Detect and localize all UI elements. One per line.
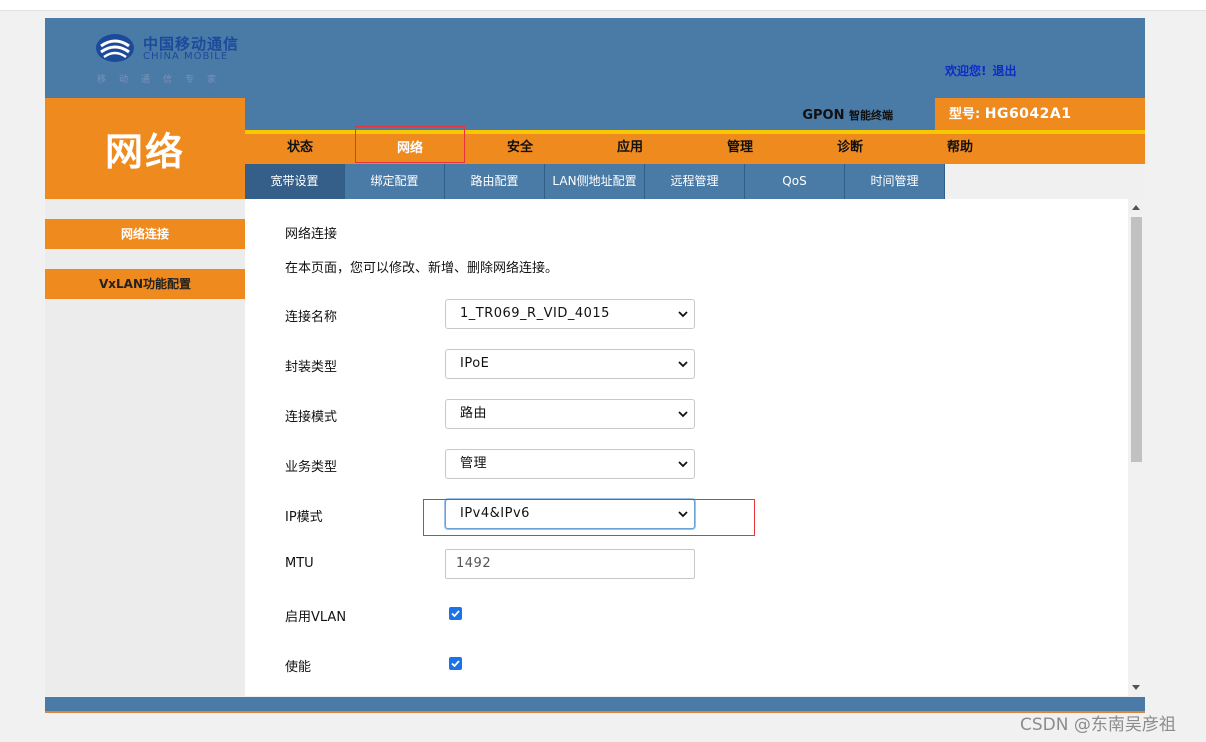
- connection-name-value: 1_TR069_R_VID_4015: [460, 306, 610, 321]
- china-mobile-logo-icon: [96, 34, 134, 62]
- enable-checkbox[interactable]: [449, 657, 462, 670]
- chevron-down-icon: [678, 461, 688, 468]
- sub-nav-binding[interactable]: 绑定配置: [345, 164, 445, 199]
- product-type: 智能终端: [849, 109, 893, 122]
- china-mobile-logo: 中国移动通信 CHINA MOBILE 移动通信专家: [93, 30, 263, 88]
- sub-nav-time-management[interactable]: 时间管理: [845, 164, 945, 199]
- enable-label: 使能: [285, 660, 312, 675]
- enable-vlan-label: 启用VLAN: [285, 610, 347, 625]
- connection-mode-value: 路由: [460, 406, 488, 421]
- sub-nav-qos[interactable]: QoS: [745, 164, 845, 199]
- logout-link[interactable]: 退出: [992, 64, 1016, 78]
- service-type-value: 管理: [460, 456, 488, 471]
- logo-slogan: 移动通信专家: [97, 75, 230, 85]
- encap-type-value: IPoE: [460, 356, 490, 371]
- main-nav-item-status[interactable]: 状态: [245, 134, 355, 164]
- content-scrollbar[interactable]: [1128, 199, 1145, 696]
- sub-nav-lan-address[interactable]: LAN侧地址配置: [545, 164, 645, 199]
- chevron-down-icon: [678, 511, 688, 518]
- product-bar: GPON 智能终端: [245, 98, 935, 130]
- left-menu-item-vxlan[interactable]: VxLAN功能配置: [45, 269, 245, 299]
- checkmark-icon: [451, 660, 460, 668]
- chevron-down-icon: [678, 311, 688, 318]
- footer-bar: [45, 697, 1145, 713]
- model-value: HG6042A1: [984, 106, 1072, 122]
- ip-mode-value: IPv4&IPv6: [460, 506, 530, 521]
- scroll-up-icon[interactable]: [1132, 205, 1140, 210]
- main-nav-item-help[interactable]: 帮助: [905, 134, 1015, 164]
- main-nav-item-application[interactable]: 应用: [575, 134, 685, 164]
- header-bar: 中国移动通信 CHINA MOBILE 移动通信专家 欢迎您! 退出: [45, 18, 1145, 98]
- scroll-down-icon[interactable]: [1132, 685, 1140, 690]
- main-nav: 状态 网络 安全 应用 管理 诊断 帮助: [245, 126, 1145, 164]
- browser-top-strip: [0, 0, 1206, 11]
- sub-nav-broadband[interactable]: 宽带设置: [245, 164, 345, 199]
- product-name: GPON 智能终端: [802, 107, 893, 123]
- main-nav-item-security[interactable]: 安全: [465, 134, 575, 164]
- page-title: 网络连接: [285, 227, 338, 242]
- connection-name-select[interactable]: 1_TR069_R_VID_4015: [445, 299, 695, 329]
- model-bar: 型号: HG6042A1: [935, 98, 1145, 130]
- logo-english-text: CHINA MOBILE: [143, 51, 229, 62]
- sub-nav: 宽带设置 绑定配置 路由配置 LAN侧地址配置 远程管理 QoS 时间管理: [245, 164, 945, 199]
- checkmark-icon: [451, 610, 460, 618]
- left-menu: 网络连接 VxLAN功能配置: [45, 199, 245, 696]
- main-nav-item-diagnostics[interactable]: 诊断: [795, 134, 905, 164]
- mtu-label: MTU: [285, 556, 314, 571]
- enable-vlan-checkbox[interactable]: [449, 607, 462, 620]
- mtu-input[interactable]: 1492: [445, 549, 695, 579]
- chevron-down-icon: [678, 411, 688, 418]
- service-type-label: 业务类型: [285, 460, 338, 475]
- connection-mode-label: 连接模式: [285, 410, 338, 425]
- scrollbar-thumb[interactable]: [1131, 217, 1142, 462]
- ip-mode-label: IP模式: [285, 510, 323, 525]
- service-type-select[interactable]: 管理: [445, 449, 695, 479]
- ip-mode-select[interactable]: IPv4&IPv6: [445, 499, 695, 529]
- encap-type-select[interactable]: IPoE: [445, 349, 695, 379]
- sub-nav-routing[interactable]: 路由配置: [445, 164, 545, 199]
- router-admin-frame: 中国移动通信 CHINA MOBILE 移动通信专家 欢迎您! 退出 网络 GPO…: [45, 18, 1145, 713]
- connection-mode-select[interactable]: 路由: [445, 399, 695, 429]
- welcome-area: 欢迎您! 退出: [945, 62, 1017, 79]
- mtu-placeholder: 1492: [456, 556, 492, 571]
- main-nav-item-network[interactable]: 网络: [355, 126, 465, 163]
- watermark-text: CSDN @东南吴彦祖: [1020, 715, 1176, 735]
- left-menu-item-network-connection[interactable]: 网络连接: [45, 219, 245, 249]
- content-panel: 网络连接 在本页面，您可以修改、新增、删除网络连接。 连接名称 1_TR069_…: [245, 199, 1128, 696]
- encap-type-label: 封装类型: [285, 360, 338, 375]
- product-name-gpon: GPON: [802, 108, 845, 123]
- model-label: 型号:: [949, 107, 981, 122]
- main-nav-item-management[interactable]: 管理: [685, 134, 795, 164]
- page-description: 在本页面，您可以修改、新增、删除网络连接。: [285, 261, 559, 276]
- connection-name-label: 连接名称: [285, 310, 338, 325]
- sub-nav-remote-management[interactable]: 远程管理: [645, 164, 745, 199]
- welcome-text: 欢迎您!: [945, 64, 987, 78]
- section-title: 网络: [45, 98, 245, 199]
- chevron-down-icon: [678, 361, 688, 368]
